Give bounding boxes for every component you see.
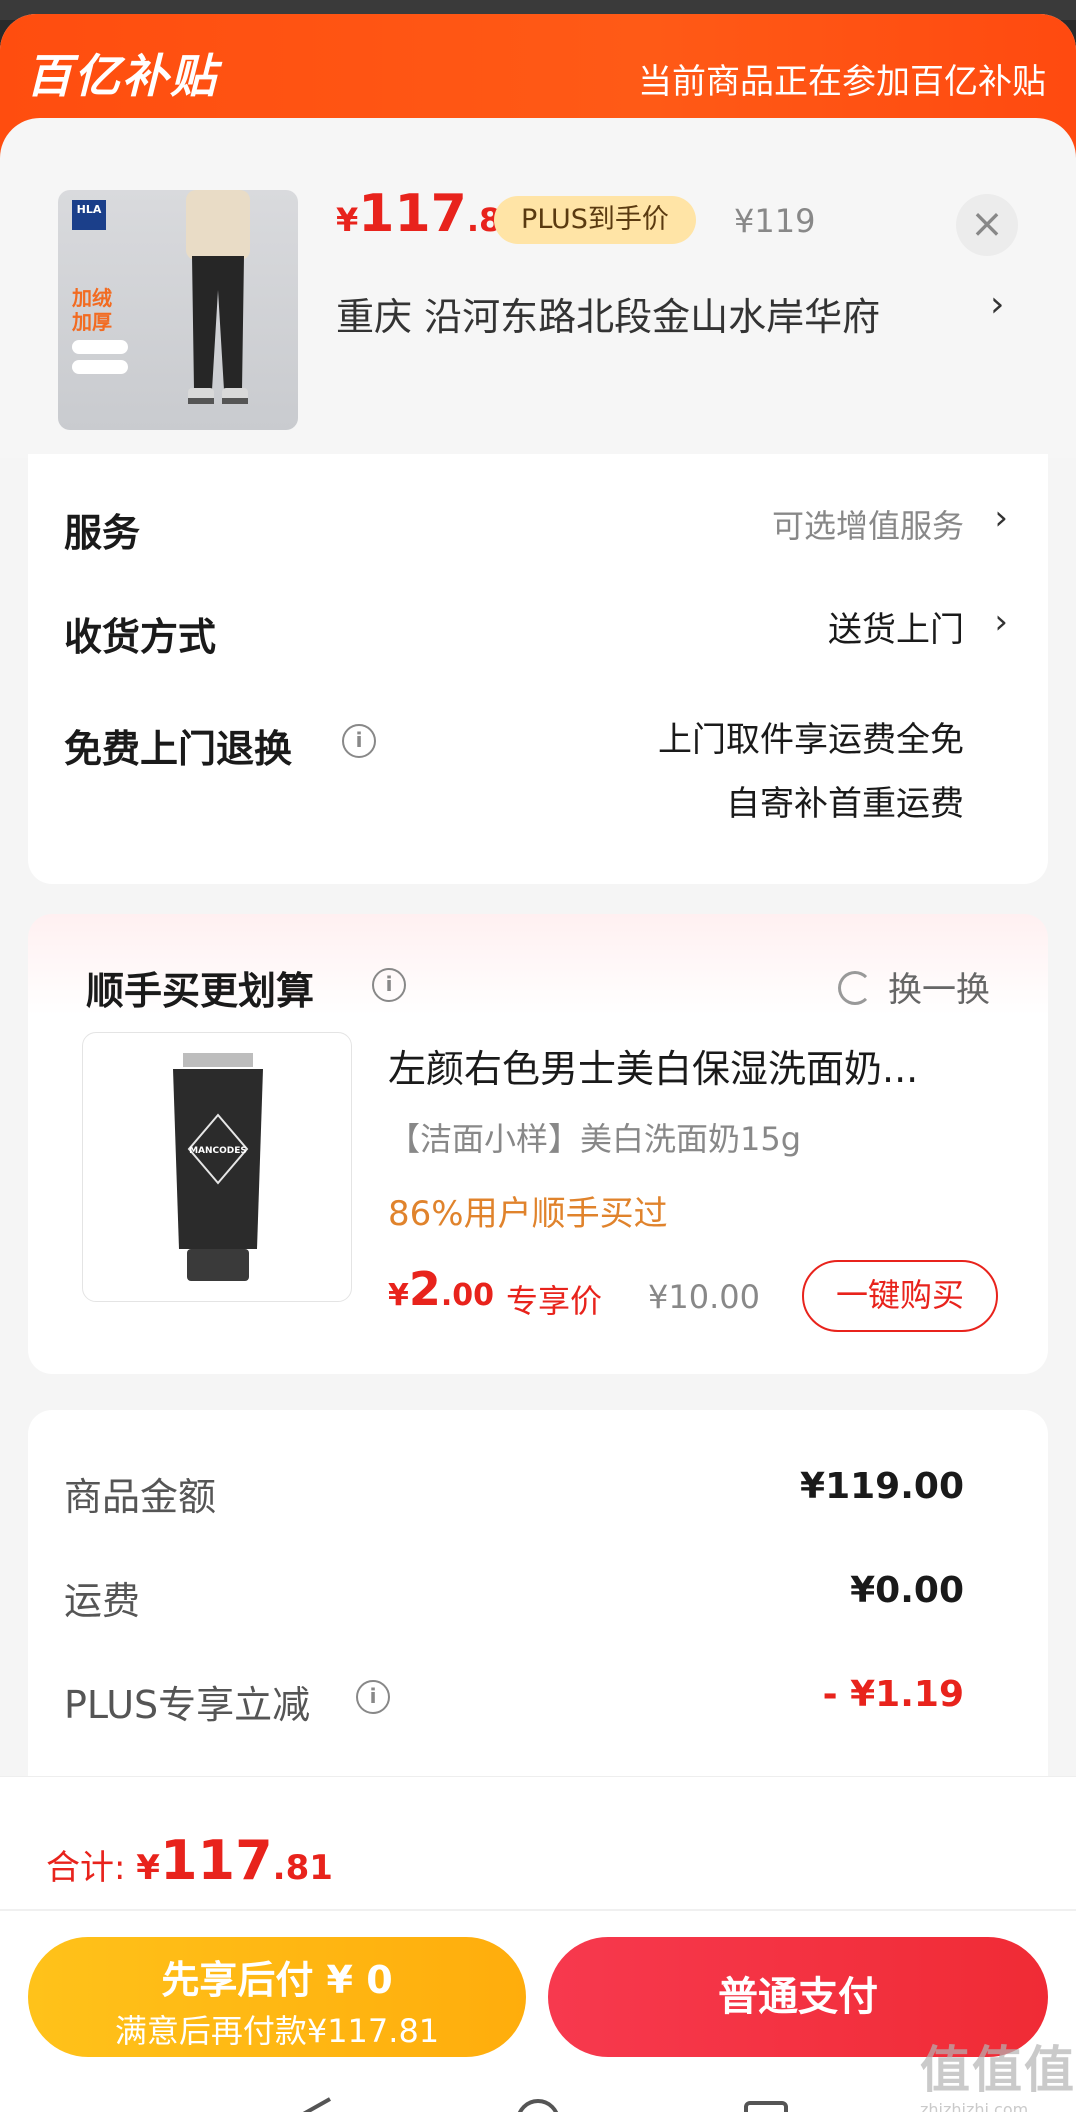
order-total: 合计: ¥117.81 (46, 1829, 333, 1892)
subsidy-tip: 当前商品正在参加百亿补贴 (638, 62, 1046, 102)
addon-product-spec: 【洁面小样】美白洗面奶15g (388, 1120, 802, 1158)
thumb-text-line1: 加绒 (72, 286, 112, 310)
model-figure (186, 190, 250, 404)
thumb-chip (72, 340, 128, 354)
free-return-label: 免费上门退换 (64, 727, 293, 771)
pay-later-subtitle: 满意后再付款¥117.81 (114, 2012, 440, 2050)
price-summary-card: 商品金额 ¥119.00 运费 ¥0.00 PLUS专享立减 i - ¥1.19 (28, 1410, 1048, 1830)
subtotal-label: 商品金额 (64, 1475, 217, 1519)
thumb-text-line2: 加厚 (72, 310, 112, 334)
price-decimal: .00 (440, 1278, 495, 1313)
pay-later-button[interactable]: 先享后付 ¥ 0 满意后再付款¥117.81 (28, 1937, 526, 2057)
brand-logo: HLA (72, 200, 106, 230)
recents-nav-icon[interactable] (742, 2095, 790, 2112)
price-integer: 117 (358, 184, 467, 244)
price-symbol: ¥ (136, 1848, 160, 1888)
chevron-right-icon[interactable]: › (994, 498, 1008, 538)
watermark: 值值值 zhizhizhi.com (920, 2030, 1076, 2112)
close-icon[interactable]: × (956, 194, 1018, 256)
chevron-right-icon[interactable]: › (994, 602, 1008, 642)
subtotal-value: ¥119.00 (800, 1466, 964, 1507)
addon-price: ¥2.00 (388, 1262, 494, 1316)
price-symbol: ¥ (388, 1278, 409, 1313)
info-icon[interactable]: i (372, 968, 406, 1002)
home-nav-icon[interactable] (514, 2095, 562, 2112)
thumb-promo-text: 加绒 加厚 (72, 286, 132, 334)
addon-social-proof: 86%用户顺手买过 (388, 1194, 668, 1234)
delivery-method-label: 收货方式 (64, 615, 217, 659)
exclusive-price-tag: 专享价 (506, 1282, 603, 1320)
price-integer: 117 (159, 1829, 273, 1892)
free-return-value-line1: 上门取件享运费全免 (658, 720, 964, 760)
price-decimal: .81 (272, 1848, 333, 1888)
delivery-method-value[interactable]: 送货上门 (828, 598, 964, 662)
original-price: ¥119 (734, 202, 816, 240)
swap-button[interactable]: 换一换 (838, 962, 990, 1011)
info-icon[interactable]: i (356, 1680, 390, 1714)
cleanser-tube-image: MANCODES (173, 1053, 263, 1281)
shipping-label: 运费 (64, 1579, 141, 1623)
checkout-bar: 合计: ¥117.81 先享后付 ¥ 0 满意后再付款¥117.81 普通支付 (0, 1776, 1076, 2112)
checkout-sheet: 百亿补贴 当前商品正在参加百亿补贴 HLA 加绒 加厚 ¥117.81 PLUS (0, 14, 1076, 2112)
plus-discount-value: - ¥1.19 (822, 1674, 964, 1715)
plus-discount-label: PLUS专享立减 (64, 1683, 311, 1727)
free-return-value-line2: 自寄补首重运费 (726, 784, 964, 824)
total-label: 合计: (46, 1848, 137, 1888)
shipping-value: ¥0.00 (850, 1570, 964, 1611)
tube-brand: MANCODES (189, 1146, 247, 1156)
chevron-right-icon[interactable]: › (990, 284, 1004, 325)
product-summary: HLA 加绒 加厚 ¥117.81 PLUS到手价 ¥119 × 重庆 沿河东路… (0, 118, 1076, 458)
watermark-logo: 值值值 (920, 2041, 1076, 2099)
addon-title: 顺手买更划算 (86, 969, 315, 1013)
thumb-chip (72, 360, 128, 374)
delivery-address[interactable]: 重庆 沿河东路北段金山水岸华府 (336, 286, 880, 341)
subsidy-logo: 百亿补贴 (26, 49, 218, 103)
service-value[interactable]: 可选增值服务 (772, 494, 964, 558)
addon-product-name[interactable]: 左颜右色男士美白保湿洗面奶... (388, 1038, 988, 1093)
back-nav-icon[interactable] (290, 2095, 338, 2112)
pay-later-title: 先享后付 ¥ 0 (161, 1958, 393, 2002)
price-symbol: ¥ (336, 201, 359, 239)
refresh-icon (838, 971, 872, 1005)
service-label: 服务 (64, 511, 141, 555)
swap-label: 换一换 (888, 970, 990, 1010)
info-icon[interactable]: i (342, 724, 376, 758)
price-integer: 2 (408, 1262, 441, 1316)
service-card: 服务 可选增值服务 › 收货方式 送货上门 › 免费上门退换 i 上门取件享运费… (28, 454, 1048, 884)
addon-product-image[interactable]: MANCODES (82, 1032, 352, 1302)
plus-price-badge: PLUS到手价 (494, 196, 696, 244)
addon-original-price: ¥10.00 (648, 1278, 760, 1316)
addon-card: 顺手买更划算 i 换一换 MANCODES 左颜右色男士美白保湿洗面奶... 【… (28, 914, 1048, 1374)
product-image[interactable]: HLA 加绒 加厚 (58, 190, 298, 430)
one-click-buy-button[interactable]: 一键购买 (802, 1260, 998, 1332)
divider (0, 1909, 1076, 1911)
